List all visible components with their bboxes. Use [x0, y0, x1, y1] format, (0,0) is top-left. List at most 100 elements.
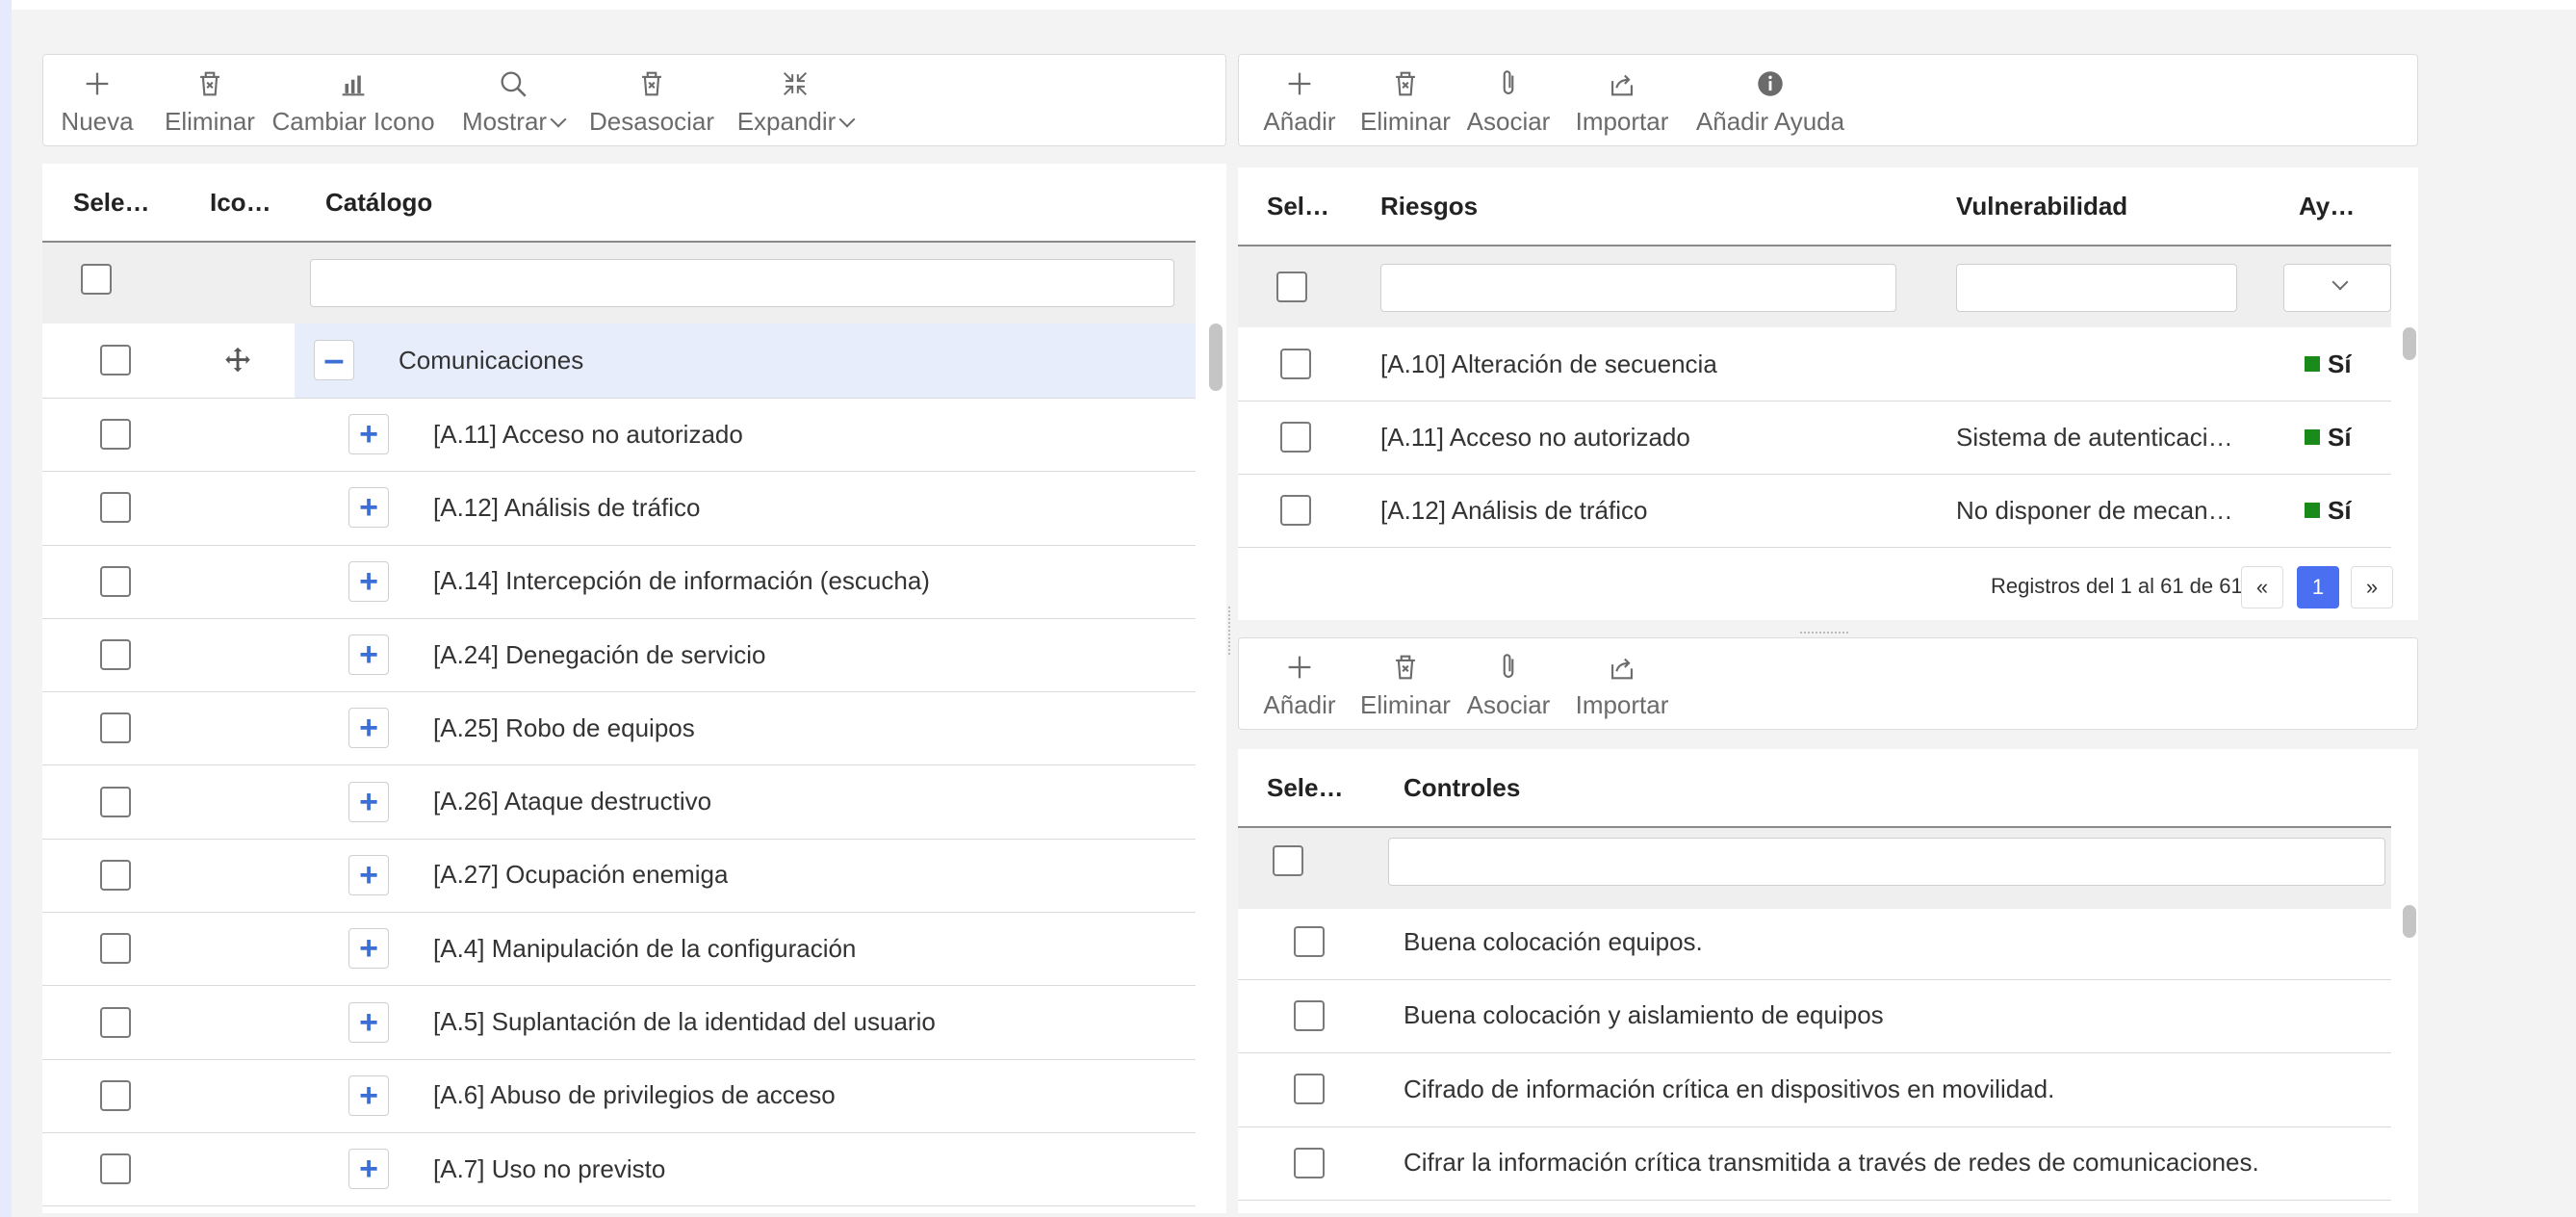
pager-prev-button[interactable]: «	[2241, 566, 2283, 608]
expand-button[interactable]: +	[348, 708, 389, 749]
risk-row[interactable]: [A.10] Alteración de secuencia Sí	[1238, 327, 2391, 401]
row-checkbox[interactable]	[100, 419, 131, 451]
pager-page-1[interactable]: 1	[2297, 566, 2339, 608]
expand-button[interactable]: +	[348, 928, 389, 970]
expand-button[interactable]: +	[348, 560, 389, 602]
ayuda-filter-select[interactable]	[2283, 264, 2391, 312]
row-checkbox[interactable]	[100, 712, 131, 744]
vertical-splitter[interactable]	[1228, 607, 1231, 655]
expand-button[interactable]: +	[348, 781, 389, 822]
riesgos-filter-input[interactable]	[1380, 264, 1896, 312]
control-row[interactable]: Buena colocación equipos.	[1238, 905, 2391, 980]
catalog-tree-row[interactable]: + [A.12] Análisis de tráfico	[42, 471, 1196, 546]
catalog-tree-row[interactable]: + [A.7] Uso no previsto	[42, 1132, 1196, 1207]
row-checkbox[interactable]	[100, 565, 131, 597]
row-checkbox[interactable]	[100, 933, 131, 965]
expand-button[interactable]: +	[348, 414, 389, 455]
eliminar-label: Eliminar	[1360, 107, 1451, 136]
column-select[interactable]: Sel…	[1267, 168, 1329, 245]
row-checkbox[interactable]	[1294, 1074, 1325, 1105]
asociar-risk-button[interactable]: Asociar	[1460, 55, 1557, 145]
column-controles[interactable]: Controles	[1404, 749, 1520, 826]
catalog-tree-row[interactable]: + [A.24] Denegación de servicio	[42, 618, 1196, 693]
risk-row[interactable]: [A.12] Análisis de tráfico No disponer de…	[1238, 474, 2391, 548]
select-all-checkbox[interactable]	[1273, 845, 1303, 876]
catalog-scrollbar[interactable]	[1209, 324, 1223, 391]
search-icon	[494, 65, 532, 103]
row-checkbox[interactable]	[1280, 495, 1311, 526]
select-all-checkbox[interactable]	[1276, 272, 1307, 302]
control-row[interactable]: Buena colocación y aislamiento de equipo…	[1238, 979, 2391, 1053]
row-checkbox[interactable]	[100, 1079, 131, 1111]
tree-group-row[interactable]: – Comunicaciones	[42, 324, 1196, 399]
expand-button[interactable]: +	[348, 1001, 389, 1043]
column-ayuda[interactable]: Ay…	[2299, 168, 2355, 245]
control-row[interactable]: Cifrado de información crítica en dispos…	[1238, 1052, 2391, 1127]
row-checkbox[interactable]	[1280, 422, 1311, 453]
control-row[interactable]: Cifrar la información crítica transmitid…	[1238, 1126, 2391, 1201]
expandir-dropdown[interactable]: Expandir	[733, 55, 858, 145]
anadir-label: Añadir	[1263, 690, 1336, 719]
eliminar-button[interactable]: Eliminar	[157, 55, 263, 145]
catalog-tree-row[interactable]: + [A.27] Ocupación enemiga	[42, 839, 1196, 914]
row-checkbox[interactable]	[100, 1006, 131, 1038]
column-select[interactable]: Sele…	[1267, 749, 1344, 826]
row-checkbox[interactable]	[100, 786, 131, 817]
column-select[interactable]: Sele…	[73, 164, 150, 241]
horizontal-splitter[interactable]	[1800, 632, 1848, 634]
nueva-button[interactable]: Nueva	[61, 55, 134, 145]
catalog-tree-row[interactable]: + [A.25] Robo de equipos	[42, 691, 1196, 766]
anadir-control-button[interactable]: Añadir	[1260, 638, 1339, 729]
select-all-checkbox[interactable]	[81, 264, 112, 295]
importar-risk-button[interactable]: Importar	[1564, 55, 1680, 145]
catalog-filter-input[interactable]	[310, 259, 1174, 307]
catalog-tree-row[interactable]: + [A.5] Suplantación de la identidad del …	[42, 985, 1196, 1060]
row-checkbox[interactable]	[1280, 349, 1311, 379]
controls-grid: Sele… Controles Buena colocación equipos…	[1238, 749, 2418, 1213]
risks-scrollbar[interactable]	[2403, 327, 2416, 360]
collapse-button[interactable]: –	[314, 340, 354, 380]
catalog-tree-row[interactable]: + [A.14] Intercepción de información (esc…	[42, 545, 1196, 619]
pager-next-button[interactable]: »	[2351, 566, 2393, 608]
eliminar-control-button[interactable]: Eliminar	[1352, 638, 1458, 729]
row-checkbox[interactable]	[100, 345, 131, 375]
row-checkbox[interactable]	[100, 1153, 131, 1185]
catalog-tree-row[interactable]: + [A.6] Abuso de privilegios de acceso	[42, 1059, 1196, 1133]
expand-button[interactable]: +	[348, 854, 389, 895]
column-icon[interactable]: Ico…	[210, 164, 271, 241]
expand-button[interactable]: +	[348, 1075, 389, 1116]
column-vulnerabilidad[interactable]: Vulnerabilidad	[1956, 168, 2127, 245]
eliminar-risk-button[interactable]: Eliminar	[1352, 55, 1458, 145]
vulnerabilidad-filter-input[interactable]	[1956, 264, 2237, 312]
asociar-control-button[interactable]: Asociar	[1460, 638, 1557, 729]
catalog-tree-row[interactable]: + [A.26] Ataque destructivo	[42, 765, 1196, 840]
controls-toolbar: Añadir Eliminar Asociar Importar	[1238, 637, 2418, 730]
column-catalog[interactable]: Catálogo	[325, 164, 432, 241]
ayuda-cell: Sí	[2305, 327, 2352, 401]
column-riesgos[interactable]: Riesgos	[1380, 168, 1478, 245]
catalog-tree-row[interactable]: + [A.4] Manipulación de la configuración	[42, 912, 1196, 987]
expand-button[interactable]: +	[348, 487, 389, 529]
controles-filter-input[interactable]	[1388, 838, 2385, 886]
risk-row[interactable]: [A.11] Acceso no autorizado Sistema de au…	[1238, 401, 2391, 475]
expand-button[interactable]: +	[348, 634, 389, 676]
expand-button[interactable]: +	[348, 1149, 389, 1190]
plus-icon: +	[359, 783, 378, 820]
move-icon[interactable]	[221, 345, 254, 377]
anadir-risk-button[interactable]: Añadir	[1260, 55, 1339, 145]
mostrar-dropdown[interactable]: Mostrar	[455, 55, 571, 145]
cambiar-icono-button[interactable]: Cambiar Icono	[267, 55, 440, 145]
anadir-ayuda-button[interactable]: Añadir Ayuda	[1684, 55, 1857, 145]
row-checkbox[interactable]	[100, 859, 131, 891]
row-checkbox[interactable]	[100, 639, 131, 671]
row-checkbox[interactable]	[1294, 999, 1325, 1031]
importar-control-button[interactable]: Importar	[1564, 638, 1680, 729]
row-checkbox[interactable]	[1294, 926, 1325, 958]
controls-scrollbar[interactable]	[2403, 905, 2416, 938]
chevron-down-icon	[2331, 273, 2349, 291]
catalog-tree-row[interactable]: + [A.11] Acceso no autorizado	[42, 398, 1196, 473]
row-checkbox[interactable]	[100, 492, 131, 524]
desasociar-button[interactable]: Desasociar	[584, 55, 719, 145]
control-label: Buena colocación y aislamiento de equipo…	[1404, 1000, 1884, 1030]
row-checkbox[interactable]	[1294, 1147, 1325, 1178]
